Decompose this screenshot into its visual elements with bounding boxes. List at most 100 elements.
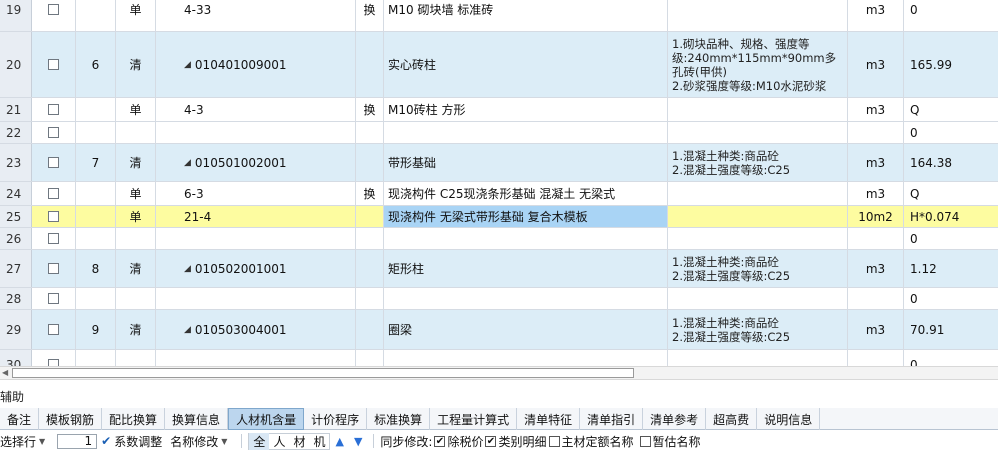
type-cell[interactable]: 单: [116, 206, 156, 227]
type-cell[interactable]: 单: [116, 98, 156, 121]
row-number[interactable]: 27: [0, 250, 32, 287]
move-down-icon[interactable]: ▼: [354, 435, 362, 448]
move-up-icon[interactable]: ▲: [335, 435, 343, 448]
opt-main-material-checkbox[interactable]: [548, 435, 560, 447]
tab-12[interactable]: 说明信息: [757, 408, 821, 430]
unit-cell[interactable]: m3: [848, 98, 904, 121]
seq-cell[interactable]: [76, 182, 116, 205]
seq-cell[interactable]: [76, 350, 116, 366]
filter-all-button[interactable]: 全: [249, 432, 270, 450]
bill-grid[interactable]: 19 单 4-33 换 M10 砌块墙 标准砖 m3 0 20 6 清 ◢ 010401009001 实…: [0, 0, 998, 366]
swap-flag-cell[interactable]: 换: [356, 98, 384, 121]
quantity-cell[interactable]: 70.91: [904, 310, 998, 349]
row-checkbox[interactable]: [48, 324, 59, 335]
seq-cell[interactable]: 6: [76, 32, 116, 97]
swap-flag-cell[interactable]: [356, 206, 384, 227]
feature-cell[interactable]: [668, 350, 848, 366]
row-checkbox[interactable]: [48, 359, 59, 366]
quantity-cell[interactable]: 165.99: [904, 32, 998, 97]
type-cell[interactable]: [116, 228, 156, 249]
code-cell[interactable]: ◢ 010501002001: [156, 144, 356, 181]
row-checkbox[interactable]: [48, 263, 59, 274]
row-number[interactable]: 28: [0, 288, 32, 309]
feature-cell[interactable]: 1.砌块品种、规格、强度等级:240mm*115mm*90mm多孔砖(甲供) 2…: [668, 32, 848, 97]
quantity-cell[interactable]: 0: [904, 288, 998, 309]
quantity-cell[interactable]: 1.12: [904, 250, 998, 287]
row-checkbox[interactable]: [48, 104, 59, 115]
type-cell[interactable]: 清: [116, 250, 156, 287]
row-number[interactable]: 26: [0, 228, 32, 249]
swap-flag-cell[interactable]: [356, 250, 384, 287]
name-cell[interactable]: 现浇构件 无梁式带形基础 复合木模板: [384, 206, 668, 227]
feature-cell[interactable]: [668, 228, 848, 249]
name-cell[interactable]: 圈梁: [384, 310, 668, 349]
unit-cell[interactable]: m3: [848, 32, 904, 97]
type-cell[interactable]: [116, 288, 156, 309]
name-cell[interactable]: [384, 288, 668, 309]
code-cell[interactable]: [156, 350, 356, 366]
filter-cai-button[interactable]: 材: [289, 433, 309, 450]
tab-0[interactable]: 备注: [0, 408, 40, 430]
row-number[interactable]: 23: [0, 144, 32, 181]
name-cell[interactable]: 矩形柱: [384, 250, 668, 287]
quantity-cell[interactable]: H*0.074: [904, 206, 998, 227]
feature-cell[interactable]: [668, 122, 848, 143]
swap-flag-cell[interactable]: 换: [356, 0, 384, 31]
swap-flag-cell[interactable]: [356, 122, 384, 143]
scroll-left-arrow-icon[interactable]: ◀: [2, 368, 8, 377]
tab-10[interactable]: 清单参考: [643, 408, 707, 430]
collapse-triangle-icon[interactable]: ◢: [184, 325, 191, 335]
unit-cell[interactable]: m3: [848, 0, 904, 31]
table-row[interactable]: 24 单 6-3 换现浇构件 C25现浇条形基础 混凝土 无梁式 m3 Q: [0, 182, 998, 206]
row-number[interactable]: 20: [0, 32, 32, 97]
quantity-cell[interactable]: 164.38: [904, 144, 998, 181]
quantity-cell[interactable]: 0: [904, 228, 998, 249]
swap-flag-cell[interactable]: 换: [356, 182, 384, 205]
table-row[interactable]: 23 7 清 ◢ 010501002001 带形基础 1.混凝土种类:商品砼 2.混凝土强度…: [0, 144, 998, 182]
collapse-triangle-icon[interactable]: ◢: [184, 264, 191, 274]
seq-cell[interactable]: [76, 288, 116, 309]
code-cell[interactable]: ◢ 010503004001: [156, 310, 356, 349]
feature-cell[interactable]: 1.混凝土种类:商品砼 2.混凝土强度等级:C25: [668, 310, 848, 349]
seq-cell[interactable]: [76, 0, 116, 31]
row-checkbox[interactable]: [48, 59, 59, 70]
swap-flag-cell[interactable]: [356, 144, 384, 181]
tab-11[interactable]: 超高费: [706, 408, 758, 430]
unit-cell[interactable]: m3: [848, 310, 904, 349]
seq-cell[interactable]: 9: [76, 310, 116, 349]
tab-8[interactable]: 清单特征: [517, 408, 581, 430]
name-edit-dropdown[interactable]: 名称修改 ▼: [170, 433, 227, 450]
feature-cell[interactable]: [668, 206, 848, 227]
type-cell[interactable]: 单: [116, 182, 156, 205]
collapse-triangle-icon[interactable]: ◢: [184, 60, 191, 70]
code-cell[interactable]: ◢ 010502001001: [156, 250, 356, 287]
row-value-input[interactable]: 1: [57, 433, 98, 449]
row-checkbox[interactable]: [48, 4, 59, 15]
row-number[interactable]: 30: [0, 350, 32, 366]
type-cell[interactable]: [116, 122, 156, 143]
feature-cell[interactable]: [668, 182, 848, 205]
unit-cell[interactable]: m3: [848, 182, 904, 205]
row-checkbox[interactable]: [48, 293, 59, 304]
table-row[interactable]: 28 0: [0, 288, 998, 310]
table-row[interactable]: 19 单 4-33 换 M10 砌块墙 标准砖 m3 0: [0, 0, 998, 32]
code-cell[interactable]: [156, 228, 356, 249]
unit-cell[interactable]: [848, 228, 904, 249]
code-cell[interactable]: [156, 288, 356, 309]
filter-ji-button[interactable]: 机: [309, 433, 329, 450]
quantity-cell[interactable]: Q: [904, 182, 998, 205]
row-checkbox[interactable]: [48, 127, 59, 138]
table-row[interactable]: 20 6 清 ◢ 010401009001 实心砖柱 1.砌块品种、规格、强度等级:240m…: [0, 32, 998, 98]
code-cell[interactable]: 4-3: [156, 98, 356, 121]
swap-flag-cell[interactable]: [356, 228, 384, 249]
swap-flag-cell[interactable]: [356, 32, 384, 97]
seq-cell[interactable]: [76, 122, 116, 143]
unit-cell[interactable]: [848, 288, 904, 309]
scrollbar-thumb[interactable]: [12, 368, 634, 378]
row-number[interactable]: 19: [0, 0, 32, 31]
unit-cell[interactable]: m3: [848, 250, 904, 287]
row-checkbox[interactable]: [48, 188, 59, 199]
coef-adjust-button[interactable]: ✔ 系数调整: [101, 433, 162, 450]
quantity-cell[interactable]: Q: [904, 98, 998, 121]
select-row-dropdown[interactable]: 选择行 ▼: [0, 433, 45, 450]
